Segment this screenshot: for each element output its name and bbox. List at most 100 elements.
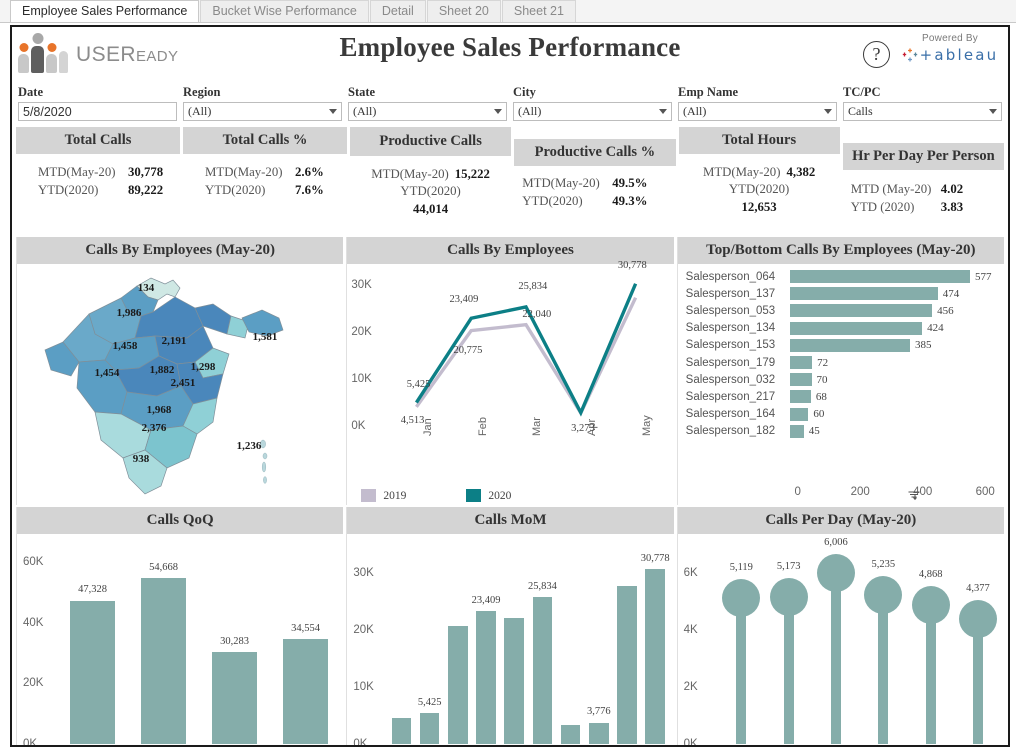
map-label-8: 2,451 bbox=[170, 377, 196, 389]
calls-per-day-stem-3[interactable] bbox=[878, 594, 889, 744]
calls-qoq-bar-2[interactable] bbox=[212, 652, 257, 744]
table-row[interactable]: Salesperson_164 60 bbox=[678, 406, 1004, 423]
line-ytick-10K: 10K bbox=[351, 373, 372, 386]
calls-per-day-head-2[interactable] bbox=[816, 553, 855, 592]
calls-per-day-head-0[interactable] bbox=[722, 579, 761, 618]
filter-control-emp_name[interactable]: (All) bbox=[678, 102, 837, 121]
kpi-metric-label: YTD(2020) bbox=[728, 182, 790, 197]
calls-per-day-value-label-3: 5,235 bbox=[871, 558, 896, 570]
charts-row-middle: Calls By Employees (May-20) 134 1,986 1,… bbox=[12, 237, 1008, 505]
calls-qoq-ytick-40K: 40K bbox=[23, 616, 44, 629]
panel-body-top-bottom[interactable]: Salesperson_064 577 Salesperson_137 474 Sale… bbox=[677, 264, 1004, 505]
bar-value-2: 456 bbox=[937, 304, 954, 317]
bar-track-3: 424 bbox=[789, 320, 1004, 337]
bar-value-1: 474 bbox=[942, 287, 960, 300]
panel-title-per-day: Calls Per Day (May-20) bbox=[677, 507, 1004, 534]
legend-swatch-2020 bbox=[466, 489, 482, 502]
filter-value-state: (All) bbox=[353, 104, 377, 118]
panel-map: Calls By Employees (May-20) 134 1,986 1,… bbox=[16, 237, 344, 505]
calls-mom-bar-5[interactable] bbox=[532, 596, 553, 744]
filter-control-city[interactable]: (All) bbox=[513, 102, 672, 121]
filter-control-state[interactable]: (All) bbox=[348, 102, 507, 121]
legend-swatch-2019 bbox=[361, 489, 377, 502]
bar-label-6: Salesperson_032 bbox=[685, 373, 776, 386]
india-map-chart[interactable]: 134 1,986 1,458 2,191 1,581 1,454 1,882 1,298 2,… bbox=[17, 264, 343, 504]
table-row[interactable]: Salesperson_153 385 bbox=[678, 337, 1004, 354]
chevron-down-icon[interactable] bbox=[494, 109, 502, 114]
calls-mom-bar-4[interactable] bbox=[504, 618, 525, 744]
tab-1[interactable]: Bucket Wise Performance bbox=[200, 0, 369, 22]
xtick-0: 0 bbox=[794, 486, 801, 498]
kpi-card-productive-calls-pct: Productive Calls % MTD(May-20) 49.5% YTD(20… bbox=[514, 127, 676, 235]
table-row[interactable]: Salesperson_179 72 bbox=[678, 354, 1004, 371]
calls-mom-bar-1[interactable] bbox=[419, 713, 440, 744]
calls-mom-bar-8[interactable] bbox=[617, 585, 637, 744]
calls-per-day-stem-1[interactable] bbox=[783, 596, 794, 744]
line-ytick-20K: 20K bbox=[351, 326, 372, 339]
calls-mom-bar-0[interactable] bbox=[391, 718, 412, 744]
kpi-title-productive-calls-pct: Productive Calls % bbox=[514, 139, 676, 166]
table-row[interactable]: Salesperson_217 68 bbox=[678, 388, 1004, 405]
calls-per-day-head-5[interactable] bbox=[958, 600, 997, 639]
panel-body-per-day[interactable]: 0K 2K 4K 6K 5,119 5,173 6,006 5,235 4,868 4,377 bbox=[677, 534, 1004, 745]
calls-mom-bar-2[interactable] bbox=[447, 625, 468, 744]
calls-per-day-ytick-6K: 6K bbox=[683, 567, 698, 580]
kpi-title-total-calls-pct: Total Calls % bbox=[183, 127, 347, 154]
calls-qoq-ytick-60K: 60K bbox=[23, 556, 44, 569]
panel-per-day: Calls Per Day (May-20) 0K 2K 4K 6K 5,119 5,17… bbox=[676, 507, 1004, 745]
legend-item-2019[interactable]: 2019 bbox=[361, 489, 406, 502]
calls-per-day-stem-5[interactable] bbox=[972, 619, 983, 744]
filter-control-tc_pc[interactable]: Calls bbox=[843, 102, 1002, 121]
calls-mom-bar-3[interactable] bbox=[476, 610, 496, 744]
bar-label-7: Salesperson_217 bbox=[685, 390, 776, 403]
calls-mom-bar-7[interactable] bbox=[588, 722, 609, 744]
calls-qoq-value-label-2: 30,283 bbox=[220, 636, 249, 648]
line-chart-svg bbox=[415, 283, 638, 417]
chevron-down-icon[interactable] bbox=[989, 109, 997, 114]
table-row[interactable]: Salesperson_053 456 bbox=[678, 302, 1004, 319]
table-row[interactable]: Salesperson_134 424 bbox=[678, 320, 1004, 337]
tab-0[interactable]: Employee Sales Performance bbox=[10, 0, 200, 22]
panel-body-qoq[interactable]: 0K 20K 40K 60K 47,328 54,668 30,283 34,554 bbox=[17, 534, 344, 745]
table-row[interactable]: Salesperson_032 70 bbox=[678, 371, 1004, 388]
panel-body-line[interactable]: 0K 10K 20K 30K Jan Feb Mar Apr May 4,513 20,775 22,… bbox=[347, 260, 674, 504]
tab-4[interactable]: Sheet 21 bbox=[501, 0, 576, 22]
table-row[interactable]: Salesperson_064 577 bbox=[678, 268, 1004, 285]
filter-date: Date 5/8/2020 bbox=[18, 85, 177, 121]
calls-per-day-head-3[interactable] bbox=[864, 575, 903, 614]
panel-body-mom[interactable]: 0K 10K 20K 30K 5,425 23,409 25,834 3,776 30,778 bbox=[347, 534, 674, 745]
calls-qoq-bar-3[interactable] bbox=[283, 639, 328, 744]
filter-control-date[interactable]: 5/8/2020 bbox=[18, 102, 177, 121]
bar-9 bbox=[789, 424, 804, 438]
filter-bar: Date 5/8/2020 Region (All) State (All) City (Al… bbox=[12, 85, 1008, 127]
table-row[interactable]: Salesperson_182 45 bbox=[678, 423, 1004, 440]
kpi-metric-value: 49.3% bbox=[612, 194, 648, 209]
legend-item-2020[interactable]: 2020 bbox=[466, 489, 511, 502]
bar-label-9: Salesperson_182 bbox=[685, 425, 776, 438]
calls-per-day-head-4[interactable] bbox=[911, 586, 950, 625]
filter-control-region[interactable]: (All) bbox=[183, 102, 342, 121]
kpi-body-total-hours: MTD(May-20) 4,382 YTD(2020) 12,653 bbox=[679, 154, 840, 217]
kpi-metric-mtd: MTD(May-20) 4,382 bbox=[679, 163, 840, 182]
tab-2[interactable]: Detail bbox=[369, 0, 426, 22]
calls-per-day-stem-0[interactable] bbox=[736, 598, 747, 744]
calls-mom-bar-9[interactable] bbox=[645, 568, 666, 744]
sort-icon[interactable] bbox=[908, 488, 920, 505]
filter-label-region: Region bbox=[183, 85, 221, 99]
calls-per-day-stem-4[interactable] bbox=[925, 605, 936, 744]
calls-mom-value-label-7: 3,776 bbox=[587, 706, 611, 718]
calls-mom-bar-6[interactable] bbox=[560, 725, 581, 744]
chevron-down-icon[interactable] bbox=[659, 109, 667, 114]
calls-qoq-bar-0[interactable] bbox=[70, 600, 115, 744]
calls-per-day-head-1[interactable] bbox=[769, 577, 808, 616]
chevron-down-icon[interactable] bbox=[824, 109, 832, 114]
kpi-metric-label: YTD(2020) bbox=[400, 184, 461, 199]
kpi-title-productive-calls: Productive Calls bbox=[350, 127, 512, 156]
chevron-down-icon[interactable] bbox=[329, 109, 337, 114]
table-row[interactable]: Salesperson_137 474 bbox=[678, 285, 1004, 302]
calls-qoq-bar-1[interactable] bbox=[141, 578, 186, 744]
calls-per-day-stem-2[interactable] bbox=[830, 572, 841, 744]
tab-3[interactable]: Sheet 20 bbox=[426, 0, 501, 22]
kpi-body-hr-per-day-per-person: MTD (May-20) 4.02 YTD (2020) 3.83 bbox=[843, 170, 1004, 217]
help-icon[interactable]: ? bbox=[863, 41, 890, 68]
